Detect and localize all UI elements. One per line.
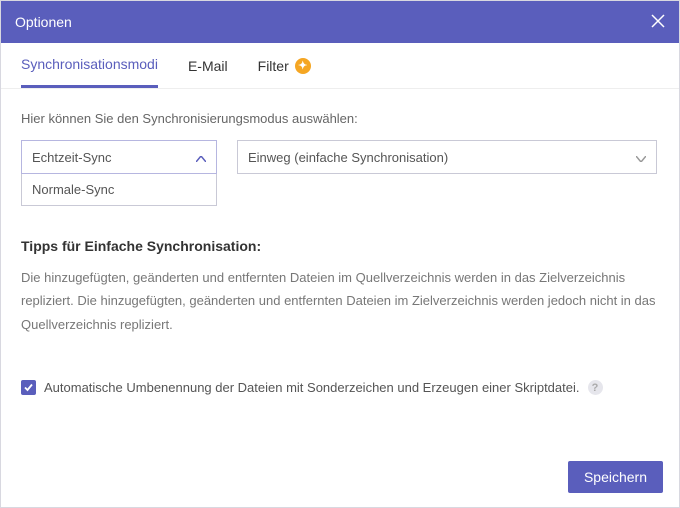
options-dialog: Optionen Synchronisationsmodi E-Mail Fil… <box>0 0 680 508</box>
content-area: Hier können Sie den Synchronisierungsmod… <box>1 89 679 449</box>
chevron-down-icon <box>636 150 646 165</box>
direction-select-value: Einweg (einfache Synchronisation) <box>248 150 448 165</box>
checkbox-row: Automatische Umbenennung der Dateien mit… <box>21 380 659 395</box>
tab-email[interactable]: E-Mail <box>188 43 228 88</box>
titlebar: Optionen <box>1 1 679 43</box>
mode-select-dropdown: Normale-Sync <box>21 174 217 206</box>
tab-label: Synchronisationsmodi <box>21 56 158 72</box>
mode-select-value: Echtzeit-Sync <box>32 150 111 165</box>
save-button[interactable]: Speichern <box>568 461 663 493</box>
close-icon <box>651 14 665 31</box>
tips-body: Die hinzugefügten, geänderten und entfer… <box>21 266 659 336</box>
close-button[interactable] <box>651 14 665 31</box>
footer: Speichern <box>1 449 679 507</box>
mode-select[interactable]: Echtzeit-Sync <box>21 140 217 174</box>
direction-select[interactable]: Einweg (einfache Synchronisation) <box>237 140 657 174</box>
tab-filter[interactable]: Filter ✦ <box>258 43 311 88</box>
checkbox-label: Automatische Umbenennung der Dateien mit… <box>44 380 580 395</box>
selects-row: Echtzeit-Sync Normale-Sync Einweg (einfa… <box>21 140 659 206</box>
plus-badge-icon: ✦ <box>295 58 311 74</box>
check-icon <box>23 382 34 393</box>
intro-text: Hier können Sie den Synchronisierungsmod… <box>21 111 659 126</box>
tab-label: Filter <box>258 58 289 74</box>
tab-sync-modes[interactable]: Synchronisationsmodi <box>21 43 158 88</box>
tips-heading: Tipps für Einfache Synchronisation: <box>21 238 659 254</box>
dialog-title: Optionen <box>15 14 72 30</box>
mode-select-wrapper: Echtzeit-Sync Normale-Sync <box>21 140 217 206</box>
tab-label: E-Mail <box>188 58 228 74</box>
tabs: Synchronisationsmodi E-Mail Filter ✦ <box>1 43 679 89</box>
chevron-up-icon <box>196 150 206 165</box>
help-icon[interactable]: ? <box>588 380 603 395</box>
mode-option-normal[interactable]: Normale-Sync <box>32 182 206 197</box>
auto-rename-checkbox[interactable] <box>21 380 36 395</box>
